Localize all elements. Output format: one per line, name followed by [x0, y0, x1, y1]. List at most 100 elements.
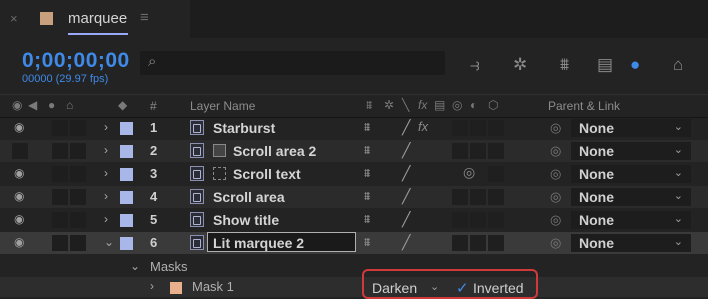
motion-blur-column-icon[interactable]: ◎: [452, 98, 462, 112]
3d-switch[interactable]: [488, 143, 504, 159]
layer-row-selected[interactable]: ◉ ⌄ 6 Lit marquee 2 ⩩ ╱ ◎ None ⌄: [0, 232, 708, 254]
layer-row[interactable]: ◉ › 3 Scroll text ⩩ ╱ ◎ ◎ None ⌄: [0, 163, 708, 185]
quality-slash-icon[interactable]: ╱: [402, 188, 410, 205]
inverted-checkbox-label[interactable]: Inverted: [473, 280, 524, 296]
eye-icon[interactable]: ◉: [14, 189, 24, 203]
mask-mode-dropdown[interactable]: Darken: [372, 280, 417, 296]
lock-icon[interactable]: ⌂: [66, 98, 73, 112]
pickwhip-icon[interactable]: ◎: [550, 235, 561, 251]
lock-switch[interactable]: [70, 212, 86, 228]
adjustment-switch[interactable]: [470, 189, 486, 205]
tab-title[interactable]: marquee: [68, 10, 127, 27]
label-color-swatch[interactable]: [120, 145, 133, 158]
adjustment-switch[interactable]: [470, 120, 486, 136]
motion-blur-switch[interactable]: [452, 120, 468, 136]
search-input[interactable]: ⌕: [140, 51, 445, 75]
adjustment-switch[interactable]: [470, 143, 486, 159]
shy-icon[interactable]: ⩩: [364, 166, 370, 181]
lock-switch[interactable]: [70, 235, 86, 251]
effects-icon[interactable]: fx: [418, 119, 428, 134]
parent-dropdown[interactable]: None ⌄: [571, 142, 691, 160]
eye-icon[interactable]: ◉: [14, 166, 24, 180]
close-icon[interactable]: ×: [10, 11, 18, 26]
quality-slash-icon[interactable]: ╱: [402, 142, 410, 159]
mask-row[interactable]: › Mask 1: [0, 277, 708, 297]
label-color-swatch[interactable]: [120, 168, 133, 181]
layer-name[interactable]: Show title: [213, 212, 279, 228]
layer-row[interactable]: ◉ › 4 Scroll area ⩩ ╱ ◎ None ⌄: [0, 186, 708, 208]
chevron-right-icon[interactable]: ›: [104, 166, 108, 180]
shy-icon[interactable]: ⩩: [364, 235, 370, 250]
pickwhip-icon[interactable]: ◎: [550, 166, 561, 182]
label-color-swatch[interactable]: [120, 237, 133, 250]
pickwhip-icon[interactable]: ◎: [550, 189, 561, 205]
panel-menu-icon[interactable]: ≡: [140, 9, 149, 26]
tab-marquee[interactable]: × marquee ≡: [0, 0, 190, 38]
pickwhip-icon[interactable]: ◎: [550, 143, 561, 159]
current-time-display[interactable]: 0;00;00;00: [22, 49, 130, 73]
effects-icon[interactable]: fx: [418, 98, 427, 112]
3d-switch[interactable]: [488, 189, 504, 205]
label-color-swatch[interactable]: [120, 191, 133, 204]
lock-switch[interactable]: [70, 166, 86, 182]
layer-name[interactable]: Scroll area: [213, 189, 285, 205]
label-color-swatch[interactable]: [120, 122, 133, 135]
adjustment-switch[interactable]: [470, 235, 486, 251]
pickwhip-icon[interactable]: ◎: [550, 212, 561, 228]
masks-group-row[interactable]: ⌄ Masks: [0, 257, 708, 277]
shy-icon[interactable]: ⩩: [364, 120, 370, 135]
3d-switch[interactable]: [488, 120, 504, 136]
chevron-right-icon[interactable]: ›: [104, 189, 108, 203]
solo-switch[interactable]: [52, 166, 68, 182]
motion-blur-switch[interactable]: [452, 143, 468, 159]
solo-switch[interactable]: [52, 143, 68, 159]
layer-name-column[interactable]: Layer Name: [190, 99, 255, 113]
layer-row[interactable]: › 2 Scroll area 2 ⩩ ╱ ◎ None ⌄: [0, 140, 708, 162]
solo-switch[interactable]: [52, 212, 68, 228]
solo-switch-icon[interactable]: ●: [48, 98, 55, 112]
adjustment-switch[interactable]: [470, 212, 486, 228]
shy-icon[interactable]: ⩩: [364, 212, 370, 227]
layer-number-column[interactable]: #: [150, 99, 157, 113]
lock-switch[interactable]: [70, 189, 86, 205]
chevron-right-icon[interactable]: ›: [104, 120, 108, 134]
parent-link-column[interactable]: Parent & Link: [548, 99, 620, 113]
graph-editor-icon[interactable]: ⌂: [673, 55, 683, 75]
motion-blur-switch[interactable]: [452, 235, 468, 251]
layer-name[interactable]: Lit marquee 2: [213, 235, 304, 251]
shy-layers-icon[interactable]: ⩩: [560, 55, 569, 75]
shy-icon[interactable]: ⩩: [364, 143, 370, 158]
quality-slash-icon[interactable]: ╱: [402, 165, 410, 182]
comp-mini-flowchart-icon[interactable]: ⥽: [470, 55, 480, 75]
3d-switch[interactable]: [488, 212, 504, 228]
shy-icon[interactable]: ⩩: [364, 189, 370, 204]
parent-dropdown[interactable]: None ⌄: [571, 165, 691, 183]
quality-slash-icon[interactable]: ╱: [402, 119, 410, 136]
solo-switch[interactable]: [52, 189, 68, 205]
quality-icon[interactable]: ╲: [402, 98, 409, 112]
3d-layer-icon[interactable]: ⬡: [488, 98, 498, 112]
adjustment-layer-icon[interactable]: ◐: [470, 98, 477, 112]
chevron-down-icon[interactable]: ⌄: [130, 259, 140, 273]
layer-row[interactable]: ◉ › 1 Starburst ⩩ ╱ fx ◎ None ⌄: [0, 117, 708, 139]
chevron-right-icon[interactable]: ›: [104, 212, 108, 226]
lock-switch[interactable]: [70, 143, 86, 159]
eye-icon[interactable]: ◉: [14, 235, 24, 249]
video-switch[interactable]: [12, 143, 28, 159]
chevron-down-icon[interactable]: ⌄: [430, 280, 439, 293]
layer-name[interactable]: Starburst: [213, 120, 275, 136]
pickwhip-icon[interactable]: ◎: [550, 120, 561, 136]
chevron-right-icon[interactable]: ›: [104, 143, 108, 157]
3d-switch[interactable]: [488, 166, 504, 182]
checkmark-icon[interactable]: ✓: [456, 279, 469, 297]
eye-icon[interactable]: ◉: [14, 212, 24, 226]
parent-dropdown[interactable]: None ⌄: [571, 234, 691, 252]
solo-switch[interactable]: [52, 235, 68, 251]
masks-label[interactable]: Masks: [150, 259, 188, 274]
shy-icon[interactable]: ⩩: [366, 98, 372, 113]
mask-color-swatch[interactable]: [170, 282, 182, 294]
chevron-right-icon[interactable]: ›: [150, 279, 154, 293]
layer-row[interactable]: ◉ › 5 Show title ⩩ ╱ ◎ None ⌄: [0, 209, 708, 231]
collapse-icon[interactable]: ✲: [384, 98, 394, 112]
quality-slash-icon[interactable]: ╱: [402, 234, 410, 251]
